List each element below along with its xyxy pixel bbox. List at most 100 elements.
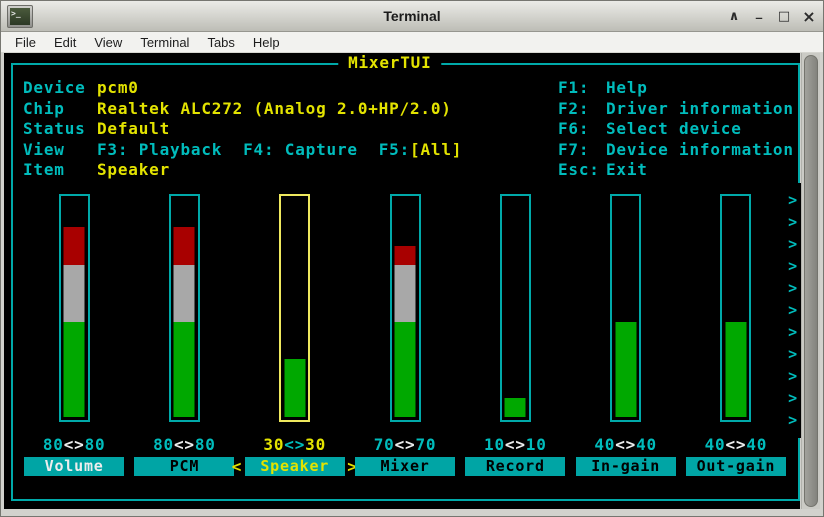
meter-fill [505,398,526,417]
meter-fill [725,322,746,417]
hotkey-help-panel: F1:HelpF2:Driver informationF6:Select de… [558,78,794,181]
volume-meter-out-gain[interactable] [720,194,751,422]
close-button[interactable]: × [800,8,818,26]
mixer-control-in-gain: 40<>40In-gain [570,194,680,476]
scroll-arrow-icon: > [788,193,798,208]
menu-item-file[interactable]: File [6,32,45,53]
control-label-in-gain[interactable]: In-gain [576,457,676,476]
hotkey-desc: Help [606,78,794,99]
channel-values: 10<>10 [484,435,547,455]
info-value: F3: Playback F4: Capture F5:[All] [97,140,462,161]
hotkey-key: F7: [558,140,606,161]
meter-segment-green [174,322,195,417]
scrollbar-thumb[interactable] [804,55,818,507]
scroll-arrow-icon: > [788,369,798,384]
minimize-button[interactable]: _ [750,8,768,26]
info-value-part: pcm0 [97,78,139,97]
meter-segment-green [395,322,416,417]
meter-segment-gray [174,265,195,322]
meter-segment-green [615,322,636,417]
window-title: Terminal [1,1,823,32]
info-label: Status [23,119,97,140]
channel-values: 80<>80 [43,435,106,455]
window-controls: ∧ _ □ × [725,1,818,32]
control-label-record[interactable]: Record [465,457,565,476]
scroll-arrow-icon: > [788,281,798,296]
scroll-arrow-icon: > [788,303,798,318]
meter-fill [284,359,305,417]
hotkey-key: F1: [558,78,606,99]
scroll-arrow-icon: > [788,347,798,362]
left-channel-value: 30 [263,435,284,454]
info-label: Item [23,160,97,181]
title-bar[interactable]: >_ Terminal ∧_□× [1,1,823,32]
terminal-screen[interactable]: MixerTUI Devicepcm0ChipRealtek ALC272 (A… [4,53,800,509]
hotkey-desc: Device information [606,140,794,161]
left-channel-value: 70 [374,435,395,454]
meter-segment-gray [395,265,416,322]
hotkey-desc: Select device [606,119,794,140]
info-value-part: Default [97,119,170,138]
meter-fill [64,227,85,417]
menu-item-help[interactable]: Help [244,32,289,53]
shade-button[interactable]: ∧ [725,8,743,26]
right-channel-value: 80 [85,435,106,454]
meter-segment-red [395,246,416,265]
control-label-row: PCM [134,457,234,476]
menu-bar: FileEditViewTerminalTabsHelp [1,32,823,53]
volume-meter-volume[interactable] [59,194,90,422]
control-label-pcm[interactable]: PCM [134,457,234,476]
terminal-scrollbar[interactable] [801,53,820,509]
meter-fill [395,246,416,417]
control-label-speaker[interactable]: Speaker [245,457,345,476]
menu-item-tabs[interactable]: Tabs [198,32,243,53]
right-channel-value: 30 [305,435,326,454]
volume-meter-in-gain[interactable] [610,194,641,422]
info-value-part [358,140,379,159]
control-label-row: Out-gain [686,457,786,476]
info-value: Speaker [97,160,462,181]
meter-segment-green [284,359,305,417]
volume-meter-pcm[interactable] [169,194,200,422]
hotkey-key: F2: [558,99,606,120]
channel-values: 70<>70 [374,435,437,455]
volume-meter-record[interactable] [500,194,531,422]
control-label-row: Volume [24,457,124,476]
right-channel-value: 40 [746,435,767,454]
info-label: Chip [23,99,97,120]
info-value-part: Speaker [97,160,170,179]
control-label-mixer[interactable]: Mixer [355,457,455,476]
menu-item-edit[interactable]: Edit [45,32,85,53]
control-label-row: <>Speaker [245,457,345,476]
volume-meter-mixer[interactable] [390,194,421,422]
mixer-control-pcm: 80<>80PCM [129,194,239,476]
right-channel-value: 80 [195,435,216,454]
hotkey-key: Esc: [558,160,606,181]
scroll-arrow-icon: > [788,325,798,340]
control-label-volume[interactable]: Volume [24,457,124,476]
scroll-arrow-icon: > [788,259,798,274]
device-info-panel: Devicepcm0ChipRealtek ALC272 (Analog 2.0… [23,78,462,181]
volume-meter-speaker[interactable] [279,194,310,422]
meter-segment-gray [64,265,85,322]
control-label-out-gain[interactable]: Out-gain [686,457,786,476]
menu-item-terminal[interactable]: Terminal [131,32,198,53]
scroll-arrow-icon: > [788,237,798,252]
hotkey-desc: Driver information [606,99,794,120]
info-value-part: F4: Capture [243,140,358,159]
channel-separator: <> [615,435,636,454]
info-value: pcm0 [97,78,462,99]
info-value: Realtek ALC272 (Analog 2.0+HP/2.0) [97,99,462,120]
right-channel-value: 40 [636,435,657,454]
meter-segment-green [505,398,526,417]
meter-segment-green [64,322,85,417]
menu-item-view[interactable]: View [85,32,131,53]
info-value-part: [All] [410,140,462,159]
mixer-control-speaker: 30<>30<>Speaker [240,194,350,476]
scroll-indicator-column: >>>>>>>>>>> [785,183,801,438]
meter-segment-red [174,227,195,265]
maximize-button[interactable]: □ [775,8,793,26]
left-channel-value: 80 [43,435,64,454]
meter-fill [615,322,636,417]
channel-separator: <> [395,435,416,454]
